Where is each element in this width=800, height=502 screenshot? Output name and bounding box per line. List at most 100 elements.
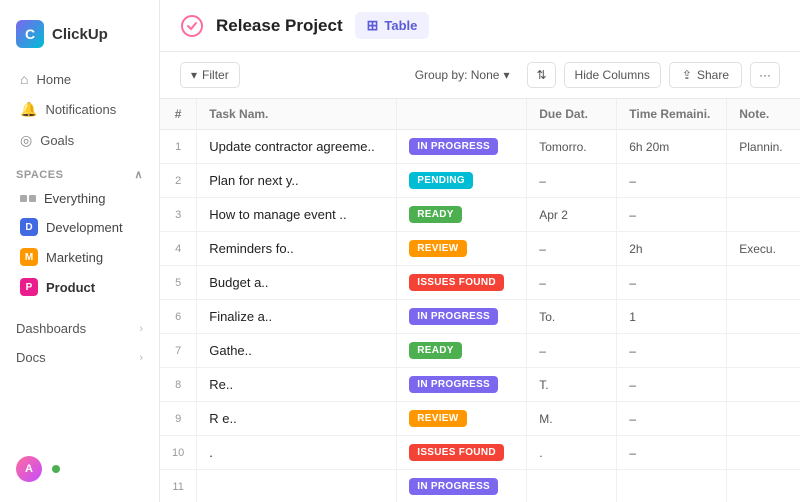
notes-cell <box>727 334 800 368</box>
sidebar-item-label: Everything <box>44 191 105 206</box>
status-badge: READY <box>409 342 462 359</box>
due-date-cell: – <box>527 232 617 266</box>
time-remaining-cell: – <box>617 334 727 368</box>
status-cell: IN PROGRESS <box>397 368 527 402</box>
sidebar-item-label: Notifications <box>45 102 116 117</box>
hide-columns-label: Hide Columns <box>575 68 650 82</box>
due-date-cell: M. <box>527 402 617 436</box>
task-name: Plan for next y.. <box>209 173 298 188</box>
status-cell: READY <box>397 198 527 232</box>
task-name-cell: R e.. <box>197 402 397 436</box>
status-cell: ISSUES FOUND <box>397 436 527 470</box>
sidebar-item-home[interactable]: ⌂ Home <box>4 64 155 94</box>
time-remaining-cell: – <box>617 368 727 402</box>
time-remaining-cell: – <box>617 164 727 198</box>
notes-cell <box>727 164 800 198</box>
sidebar-item-development[interactable]: D Development <box>4 212 155 242</box>
sidebar-item-label: Home <box>36 72 71 87</box>
table-row[interactable]: 9R e..REVIEWM.– <box>160 402 800 436</box>
status-cell: IN PROGRESS <box>397 470 527 502</box>
group-by-button[interactable]: Group by: None ▾ <box>405 63 520 87</box>
row-num: 6 <box>160 300 197 334</box>
task-name: Re.. <box>209 377 233 392</box>
toolbar-right: Group by: None ▾ ⇅ Hide Columns ⇪ Share … <box>405 62 780 88</box>
task-name: Reminders fo.. <box>209 241 294 256</box>
chevron-right-icon: › <box>139 352 143 364</box>
status-badge: ISSUES FOUND <box>409 274 504 291</box>
sidebar-item-product[interactable]: P Product <box>4 272 155 302</box>
table-icon: ⊞ <box>367 17 379 34</box>
task-name: Finalize a.. <box>209 309 272 324</box>
table-row[interactable]: 11 IN PROGRESS <box>160 470 800 502</box>
user-status-dot <box>52 465 60 473</box>
share-label: Share <box>697 68 729 82</box>
status-badge: IN PROGRESS <box>409 478 498 495</box>
view-tab-label: Table <box>384 18 417 33</box>
table-row[interactable]: 4Reminders fo..REVIEW–2hExecu. <box>160 232 800 266</box>
status-badge: PENDING <box>409 172 473 189</box>
share-button[interactable]: ⇪ Share <box>669 62 742 88</box>
due-date-cell: T. <box>527 368 617 402</box>
notes-cell <box>727 198 800 232</box>
app-name: ClickUp <box>52 26 108 43</box>
task-name: Budget a.. <box>209 275 268 290</box>
task-name-cell: Plan for next y.. <box>197 164 397 198</box>
task-name-cell: Gathe.. <box>197 334 397 368</box>
status-cell: IN PROGRESS <box>397 300 527 334</box>
sidebar-item-dashboards[interactable]: Dashboards › <box>0 314 159 343</box>
table-view-tab[interactable]: ⊞ Table <box>355 12 430 39</box>
col-header-notes[interactable]: Note. <box>727 99 800 130</box>
table-row[interactable]: 5Budget a..ISSUES FOUND–– <box>160 266 800 300</box>
col-header-due[interactable]: Due Dat. <box>527 99 617 130</box>
due-date-cell <box>527 470 617 502</box>
due-date-cell: To. <box>527 300 617 334</box>
sidebar-item-goals[interactable]: ◎ Goals <box>4 125 155 156</box>
time-remaining-cell: – <box>617 198 727 232</box>
due-date-cell: – <box>527 266 617 300</box>
row-num: 7 <box>160 334 197 368</box>
due-date-cell: . <box>527 436 617 470</box>
spaces-chevron[interactable]: ∧ <box>134 168 143 181</box>
task-name: R e.. <box>209 411 236 426</box>
col-header-time[interactable]: Time Remaini. <box>617 99 727 130</box>
hide-columns-button[interactable]: Hide Columns <box>564 62 661 88</box>
home-icon: ⌂ <box>20 71 28 87</box>
app-logo[interactable]: C ClickUp <box>0 12 159 64</box>
task-table-container[interactable]: # Task Nam. Due Dat. Time Remaini. Note.… <box>160 99 800 502</box>
goals-icon: ◎ <box>20 132 32 149</box>
table-row[interactable]: 2Plan for next y..PENDING–– <box>160 164 800 198</box>
row-num: 8 <box>160 368 197 402</box>
dev-space-icon: D <box>20 218 38 236</box>
more-options-button[interactable]: ··· <box>750 62 780 88</box>
table-header-row: # Task Nam. Due Dat. Time Remaini. Note. <box>160 99 800 130</box>
spaces-section: Spaces ∧ <box>0 156 159 185</box>
table-row[interactable]: 7Gathe..READY–– <box>160 334 800 368</box>
sidebar-item-marketing[interactable]: M Marketing <box>4 242 155 272</box>
table-row[interactable]: 8 Re.. IN PROGRESST.– <box>160 368 800 402</box>
table-row[interactable]: 6Finalize a..IN PROGRESSTo.1 <box>160 300 800 334</box>
row-num: 9 <box>160 402 197 436</box>
top-header: Release Project ⊞ Table <box>160 0 800 52</box>
sidebar-item-docs[interactable]: Docs › <box>0 343 159 372</box>
col-header-task[interactable]: Task Nam. <box>197 99 397 130</box>
table-row[interactable]: 1Update contractor agreeme..IN PROGRESST… <box>160 130 800 164</box>
sort-button[interactable]: ⇅ <box>527 62 555 88</box>
user-profile[interactable]: A <box>0 448 159 490</box>
avatar: A <box>16 456 42 482</box>
task-name-cell: Update contractor agreeme.. <box>197 130 397 164</box>
task-name: How to manage event .. <box>209 207 346 222</box>
table-row[interactable]: 3How to manage event ..READYApr 2– <box>160 198 800 232</box>
notes-cell <box>727 300 800 334</box>
task-name-cell <box>197 470 397 502</box>
chevron-right-icon: › <box>139 323 143 335</box>
task-name: Update contractor agreeme.. <box>209 139 374 154</box>
time-remaining-cell: – <box>617 436 727 470</box>
filter-button[interactable]: ▾ Filter <box>180 62 240 88</box>
sidebar-item-notifications[interactable]: 🔔 Notifications <box>4 94 155 125</box>
row-num: 11 <box>160 470 197 502</box>
sidebar-item-everything[interactable]: Everything <box>4 185 155 212</box>
due-date-cell: Apr 2 <box>527 198 617 232</box>
sidebar-item-label: Marketing <box>46 250 103 265</box>
table-row[interactable]: 10.ISSUES FOUND.– <box>160 436 800 470</box>
docs-label: Docs <box>16 350 46 365</box>
